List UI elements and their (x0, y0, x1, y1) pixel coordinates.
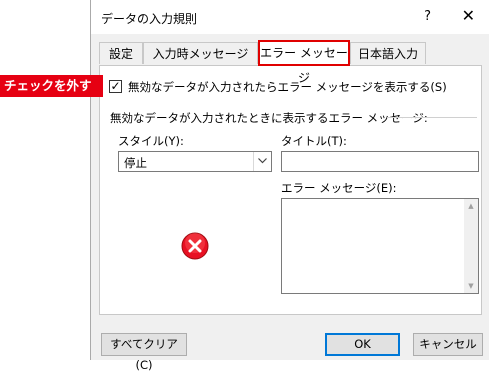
show-error-checkbox[interactable]: ✓ (109, 80, 122, 93)
style-select[interactable]: 停止 (118, 151, 272, 172)
clear-all-button[interactable]: すべてクリア(C) (101, 333, 187, 372)
tab-input-message[interactable]: 入力時メッセージ (143, 42, 258, 64)
scrollbar[interactable]: ▲ ▼ (464, 199, 478, 293)
section-divider (387, 117, 477, 118)
dialog-title: データの入力規則 (101, 12, 198, 26)
show-error-checkbox-label[interactable]: 無効なデータが入力されたらエラー メッセージを表示する(S) (128, 79, 447, 95)
style-label: スタイル(Y): (118, 134, 184, 148)
annotation-callout: チェックを外す (0, 75, 103, 97)
tab-settings[interactable]: 設定 (99, 42, 143, 64)
title-label: タイトル(T): (281, 134, 347, 148)
scroll-down-icon[interactable]: ▼ (464, 279, 478, 293)
chevron-down-icon[interactable] (253, 152, 271, 171)
data-validation-dialog: データの入力規則 ? ✕ 設定 入力時メッセージ エラー メッセージ 日本語入力… (90, 0, 489, 372)
title-input[interactable] (281, 151, 479, 172)
help-button[interactable]: ? (424, 9, 431, 24)
scroll-up-icon[interactable]: ▲ (464, 199, 478, 213)
close-button[interactable]: ✕ (462, 6, 475, 25)
ok-button[interactable]: OK (325, 333, 400, 356)
error-message-label: エラー メッセージ(E): (281, 181, 397, 195)
tab-ime[interactable]: 日本語入力 (350, 42, 426, 64)
title-bar: データの入力規則 ? ✕ (91, 0, 489, 34)
style-select-value: 停止 (124, 156, 147, 170)
cancel-button[interactable]: キャンセル (413, 333, 483, 356)
tab-error-message[interactable]: エラー メッセージ (258, 40, 350, 85)
stop-error-icon (181, 232, 209, 260)
section-label: 無効なデータが入力されたときに表示するエラー メッセージ: (110, 111, 428, 125)
error-message-textarea[interactable]: ▲ ▼ (281, 198, 479, 294)
